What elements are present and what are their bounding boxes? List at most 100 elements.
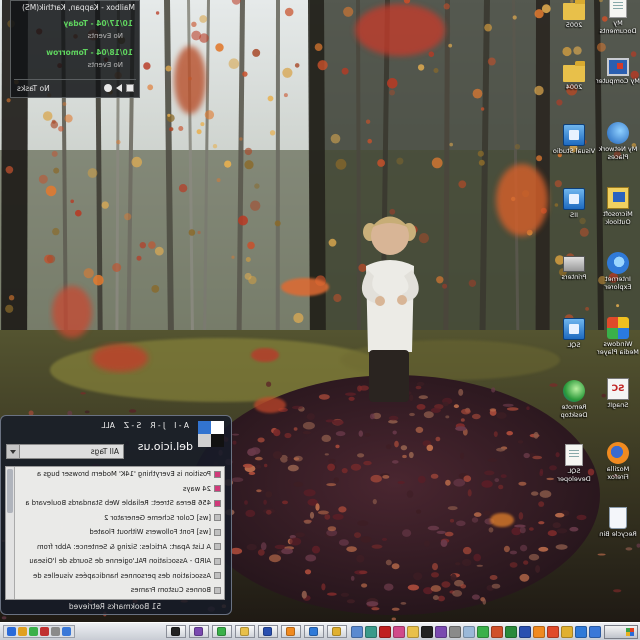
firefox-icon[interactable] [533, 625, 545, 638]
taskbar-button[interactable] [212, 625, 232, 638]
messenger-tray-icon[interactable] [29, 627, 38, 636]
next-icon[interactable] [116, 84, 122, 92]
ground-leaf [416, 404, 426, 410]
desktop-icon-visual-studio[interactable]: Visual Studio [552, 122, 596, 180]
ground-leaf [538, 521, 545, 525]
ground-leaf [231, 477, 244, 483]
visual-studio-icon[interactable] [435, 625, 447, 638]
favicon-icon [214, 470, 221, 478]
taskbar-button[interactable] [166, 625, 186, 638]
desktop-icon-outlook[interactable]: Microsoft Outlook [596, 185, 640, 243]
desktop-icon-my-computer[interactable]: My Computer [596, 56, 640, 114]
network-tray-icon[interactable] [62, 627, 71, 636]
messenger-icon[interactable] [477, 625, 489, 638]
foliage-leaf [283, 93, 288, 98]
refresh-icon[interactable] [104, 84, 112, 92]
ground-leaf [346, 546, 357, 552]
tag-filter-select[interactable]: All Tags [6, 444, 124, 459]
list-item[interactable]: A List Apart: Articles: Sizing & Sentenc… [15, 540, 224, 555]
foliage-leaf [70, 199, 74, 204]
desktop-icon-iis[interactable]: IIS [552, 186, 596, 244]
notepad-icon[interactable] [463, 625, 475, 638]
desktop-icon-media-player[interactable]: Windows Media Player [596, 315, 640, 373]
explorer-icon[interactable] [407, 625, 419, 638]
desktop-icon[interactable] [589, 625, 601, 638]
desktop-icon-folder-2005[interactable]: 2005 [552, 0, 596, 56]
ground-leaf [415, 426, 424, 433]
desktop-icon-remote-desktop[interactable]: Remote Desktop [552, 378, 596, 436]
index-link-s-z[interactable]: S - Z [124, 421, 141, 430]
start-button[interactable] [604, 624, 638, 639]
desktop-icon-firefox[interactable]: Mozilla Firefox [596, 440, 640, 498]
mail-icon[interactable] [126, 84, 134, 92]
chevron-down-icon[interactable] [7, 445, 20, 458]
calculator-icon[interactable] [449, 625, 461, 638]
list-item[interactable]: Association des personnes handicapées vi… [15, 569, 224, 584]
widget-divider [14, 79, 136, 80]
desktop-icon-sql[interactable]: SQL [552, 316, 596, 374]
list-item[interactable]: [ws] Color Scheme Generator 2 [15, 511, 224, 526]
taskbar-button[interactable] [304, 625, 324, 638]
paint-icon[interactable] [393, 625, 405, 638]
list-item[interactable]: 456 Berea Street: Reliable Web Standards… [15, 496, 224, 511]
list-item[interactable]: Bonnes Custom Frames [15, 583, 224, 598]
list-item[interactable]: 24 ways [15, 482, 224, 497]
internet-explorer-icon[interactable] [575, 625, 587, 638]
ground-leaf [491, 583, 501, 589]
ground-leaf [520, 544, 528, 552]
ground-leaf [257, 437, 265, 443]
media-player-icon[interactable] [547, 625, 559, 638]
list-item[interactable]: [ws] Font Followers Without Floated [15, 525, 224, 540]
update-tray-icon[interactable] [7, 627, 16, 636]
mailbox-title[interactable]: Mailbox - Kappan, Karthik(MS) [15, 3, 135, 12]
bookmark-list[interactable]: Position is Everything '14K' Modern brow… [5, 466, 225, 600]
excel-icon[interactable] [505, 625, 517, 638]
list-scrollbar[interactable] [6, 467, 15, 599]
foliage-leaf [42, 111, 53, 121]
taskbar-button[interactable] [235, 625, 255, 638]
remote-desktop-icon[interactable] [365, 625, 377, 638]
desktop-icon-network-places[interactable]: My Network Places [596, 120, 640, 178]
volume-tray-icon[interactable] [51, 627, 60, 636]
word-icon[interactable] [519, 625, 531, 638]
ground-leaf [444, 531, 454, 537]
foliage-leaf [478, 159, 485, 166]
list-item[interactable]: Position is Everything '14K' Modern brow… [15, 467, 224, 482]
delicious-logo [198, 421, 224, 447]
desktop-icon-folder-2004[interactable]: 2004 [552, 60, 596, 118]
ground-leaf [392, 430, 397, 435]
list-item[interactable]: AIRD - Association PAL'ogienne de Sourds… [15, 554, 224, 569]
taskbar-button[interactable] [281, 625, 301, 638]
ground-leaf [361, 583, 368, 588]
index-link-all[interactable]: ALL [101, 421, 115, 430]
desktop-icon-sql-developer[interactable]: SQL Developer [552, 442, 596, 500]
ground-leaf [523, 560, 529, 565]
security-tray-icon[interactable] [40, 627, 49, 636]
index-link-j-r[interactable]: J - R [150, 421, 165, 430]
taskbar-button[interactable] [258, 625, 278, 638]
tasks-status[interactable]: No Tasks [17, 84, 50, 93]
calendar-date-tomorrow[interactable]: 10/18/04 - Tomorrow [46, 48, 133, 57]
ground-leaf [246, 543, 257, 551]
ground-leaf [441, 581, 451, 588]
globe-icon [563, 380, 585, 402]
desktop-icon-snagit[interactable]: SC SnagIt [596, 376, 640, 434]
desktop-icon-internet-explorer[interactable]: Internet Explorer [596, 250, 640, 308]
desktop-icon-printers[interactable]: Printers [552, 250, 596, 308]
ground-leaf [302, 431, 311, 435]
scrollbar-thumb[interactable] [7, 469, 13, 513]
search-icon[interactable] [351, 625, 363, 638]
delicious-title[interactable]: del.icio.us [138, 440, 193, 453]
calendar-date-today[interactable]: 10/17/04 - Today [64, 19, 134, 28]
desktop-icon-recycle-bin[interactable]: Recycle Bin [596, 505, 640, 563]
command-prompt-icon[interactable] [421, 625, 433, 638]
taskbar-button[interactable] [327, 625, 347, 638]
powerpoint-icon[interactable] [491, 625, 503, 638]
desktop-icon-my-documents[interactable]: My Documents [596, 0, 640, 52]
ground-leaf [332, 419, 344, 426]
acrobat-icon[interactable] [379, 625, 391, 638]
antivirus-tray-icon[interactable] [18, 627, 27, 636]
outlook-icon[interactable] [561, 625, 573, 638]
index-link-a-i[interactable]: A - I [174, 421, 189, 430]
taskbar-button[interactable] [189, 625, 209, 638]
